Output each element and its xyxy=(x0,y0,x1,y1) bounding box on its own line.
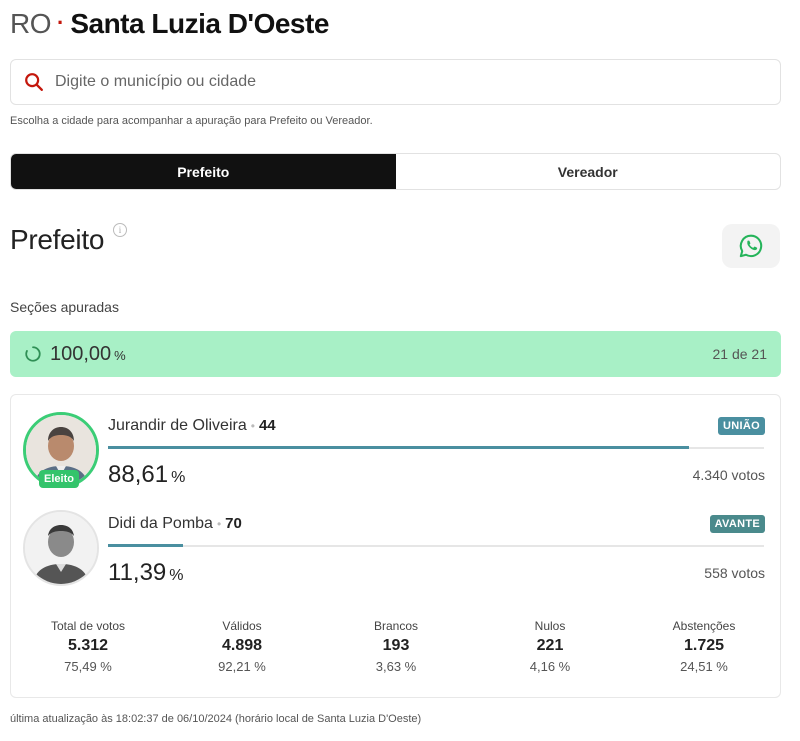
vote-stats: Total de votos 5.312 75,49 % Válidos 4.8… xyxy=(11,619,782,674)
city-search-box[interactable] xyxy=(10,59,781,105)
candidate-photo xyxy=(25,512,97,584)
tab-prefeito[interactable]: Prefeito xyxy=(11,154,396,189)
state-code: RO xyxy=(10,8,52,39)
info-icon[interactable]: i xyxy=(113,223,127,237)
stat-nulos: Nulos 221 4,16 % xyxy=(473,619,627,674)
stat-value: 4.898 xyxy=(221,637,263,654)
avatar xyxy=(23,510,99,586)
results-card: Eleito Jurandir de Oliveira • 44 UNIÃO 88,… xyxy=(10,394,781,698)
stat-value: 1.725 xyxy=(683,637,725,654)
vote-bar-track xyxy=(108,544,764,547)
city-name: Santa Luzia D'Oeste xyxy=(70,8,329,39)
candidate-votes: 4.340 votos xyxy=(692,467,765,483)
percent-unit: % xyxy=(171,469,186,486)
whatsapp-share-button[interactable] xyxy=(722,224,780,268)
spinner-icon xyxy=(25,346,41,362)
search-hint: Escolha a cidade para acompanhar a apura… xyxy=(10,115,373,127)
stat-percent: 4,16 % xyxy=(529,659,571,674)
stat-brancos: Brancos 193 3,63 % xyxy=(319,619,473,674)
candidate-percent: 88,61 xyxy=(108,461,169,488)
candidate-photo-wrap xyxy=(23,510,99,586)
sections-progress: 100,00 % 21 de 21 xyxy=(10,331,781,377)
stat-label: Total de votos xyxy=(50,619,126,633)
elected-badge: Eleito xyxy=(39,470,79,488)
percent-unit: % xyxy=(169,567,184,584)
stat-percent: 3,63 % xyxy=(375,659,417,674)
candidate-percent-line: 88,61% xyxy=(108,461,185,489)
stat-value: 193 xyxy=(382,637,410,654)
candidate-votes: 558 votos xyxy=(704,565,765,581)
party-badge: AVANTE xyxy=(709,515,765,533)
sections-counted-label: Seções apuradas xyxy=(10,299,119,315)
stat-label: Abstenções xyxy=(672,619,736,633)
candidate-number: 70 xyxy=(225,515,242,532)
candidate-name: Jurandir de Oliveira xyxy=(108,417,247,434)
sections-count: 21 de 21 xyxy=(712,346,768,362)
page-header: RO · Santa Luzia D'Oeste xyxy=(10,8,329,40)
stat-label: Válidos xyxy=(222,619,262,633)
candidate-name: Didi da Pomba xyxy=(108,515,213,532)
candidate-row: Eleito Jurandir de Oliveira • 44 UNIÃO 88,… xyxy=(11,409,782,499)
stat-value: 221 xyxy=(536,637,564,654)
stat-value: 5.312 xyxy=(67,637,109,654)
whatsapp-icon xyxy=(739,234,763,258)
candidate-name-line: Didi da Pomba • 70 xyxy=(108,515,242,533)
name-separator: • xyxy=(216,517,222,531)
sections-percent-unit: % xyxy=(114,348,126,363)
candidate-percent-line: 11,39% xyxy=(108,559,184,587)
header-separator: · xyxy=(57,10,65,35)
stat-percent: 92,21 % xyxy=(218,659,266,674)
vote-bar-fill xyxy=(108,446,690,449)
office-tabs: Prefeito Vereador xyxy=(10,153,781,190)
last-update-note: última atualização às 18:02:37 de 06/10/… xyxy=(10,713,422,725)
candidate-name-line: Jurandir de Oliveira • 44 xyxy=(108,417,276,435)
tab-vereador[interactable]: Vereador xyxy=(396,154,781,189)
stat-total: Total de votos 5.312 75,49 % xyxy=(11,619,165,674)
stat-percent: 75,49 % xyxy=(64,659,112,674)
vote-bar-track xyxy=(108,446,764,449)
stat-validos: Válidos 4.898 92,21 % xyxy=(165,619,319,674)
candidate-photo-wrap: Eleito xyxy=(23,412,99,488)
search-input[interactable] xyxy=(55,73,735,91)
candidate-percent: 11,39 xyxy=(108,559,167,586)
vote-bar-fill xyxy=(108,544,183,547)
candidate-number: 44 xyxy=(258,417,276,434)
section-title: Prefeito xyxy=(10,224,105,255)
stat-label: Brancos xyxy=(373,619,419,633)
sections-percent: 100,00 xyxy=(50,342,112,365)
stat-abstencoes: Abstenções 1.725 24,51 % xyxy=(627,619,781,674)
search-icon xyxy=(25,73,43,91)
stat-percent: 24,51 % xyxy=(680,659,728,674)
name-separator: • xyxy=(250,419,255,433)
party-badge: UNIÃO xyxy=(718,417,765,435)
candidate-row: Didi da Pomba • 70 AVANTE 11,39% 558 votos xyxy=(11,507,782,597)
stat-label: Nulos xyxy=(534,619,566,633)
